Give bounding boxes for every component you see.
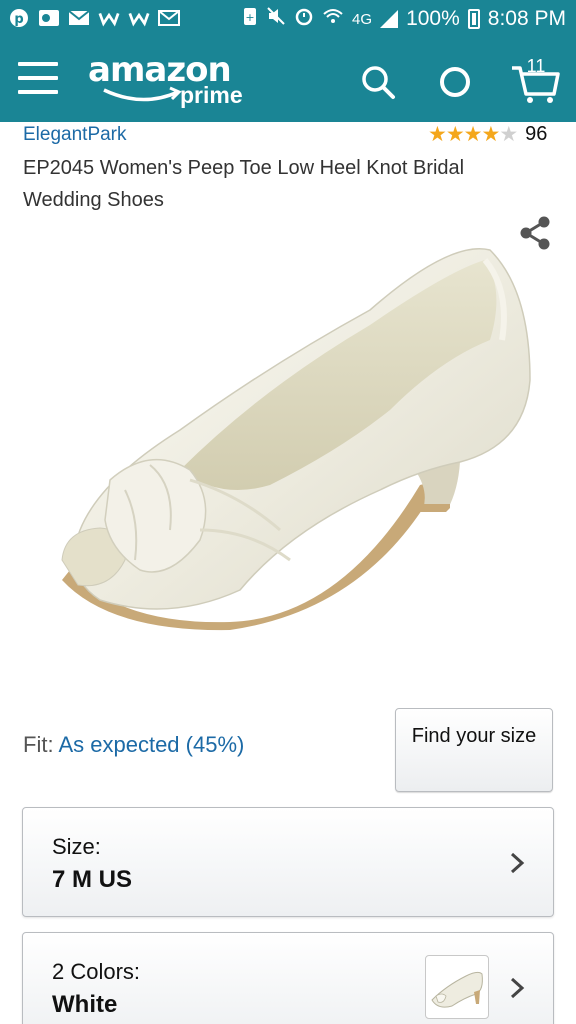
find-your-size-button[interactable]: Find your size (395, 708, 553, 792)
chevron-right-icon (510, 977, 525, 999)
svg-text:p: p (14, 12, 23, 27)
gmail-icon (68, 8, 90, 28)
brand-link[interactable]: ElegantPark (23, 124, 127, 146)
smile-icon (103, 86, 182, 102)
clock: 8:08 PM (487, 7, 566, 30)
size-selector[interactable]: Size: 7 M US (22, 807, 554, 917)
svg-text:+: + (245, 11, 254, 24)
color-value: White (52, 991, 118, 1018)
w-app-icon (128, 8, 150, 28)
size-value: 7 M US (52, 866, 133, 893)
logo-prime: prime (180, 82, 243, 108)
color-thumbnail[interactable] (425, 955, 489, 1019)
product-image[interactable] (40, 230, 540, 660)
search-icon[interactable] (358, 62, 398, 102)
mute-icon (266, 6, 286, 32)
status-bar: p + 4G 100% 8:08 PM (0, 0, 576, 40)
rating[interactable]: ★★★★★ 96 (428, 122, 547, 147)
amazon-prime-logo[interactable]: amazon prime (88, 52, 258, 112)
battery-saver-icon: + (242, 6, 258, 32)
pinterest-icon: p (8, 8, 30, 28)
product-title: EP2045 Women's Peep Toe Low Heel Knot Br… (23, 157, 465, 211)
fit-info: Fit: As expected (45%) (23, 732, 244, 758)
network-type: 4G (352, 10, 373, 28)
menu-icon[interactable] (18, 62, 58, 96)
color-selector[interactable]: 2 Colors: White (22, 932, 554, 1024)
battery-icon (467, 9, 480, 29)
outlook-icon (38, 8, 60, 28)
cart-icon[interactable]: 11 (510, 56, 562, 104)
color-label: 2 Colors: (52, 959, 141, 984)
battery-level: 100% (406, 7, 460, 30)
alexa-icon[interactable] (436, 62, 476, 102)
w-app-icon (98, 8, 120, 28)
notification-icons: p (8, 8, 180, 28)
alarm-icon (294, 6, 314, 32)
rating-stars: ★★★★★ (428, 123, 518, 146)
cart-count: 11 (526, 56, 546, 76)
rating-count: 96 (525, 123, 548, 145)
system-icons: + 4G 100% 8:08 PM (242, 6, 566, 32)
email-icon (158, 8, 180, 28)
signal-icon (380, 10, 399, 28)
fit-value-link[interactable]: As expected (45%) (58, 732, 244, 757)
wifi-icon (322, 6, 344, 32)
fit-label: Fit: (23, 732, 54, 757)
app-header: amazon prime 11 (0, 40, 576, 122)
size-label: Size: (52, 834, 101, 859)
chevron-right-icon (510, 852, 525, 874)
